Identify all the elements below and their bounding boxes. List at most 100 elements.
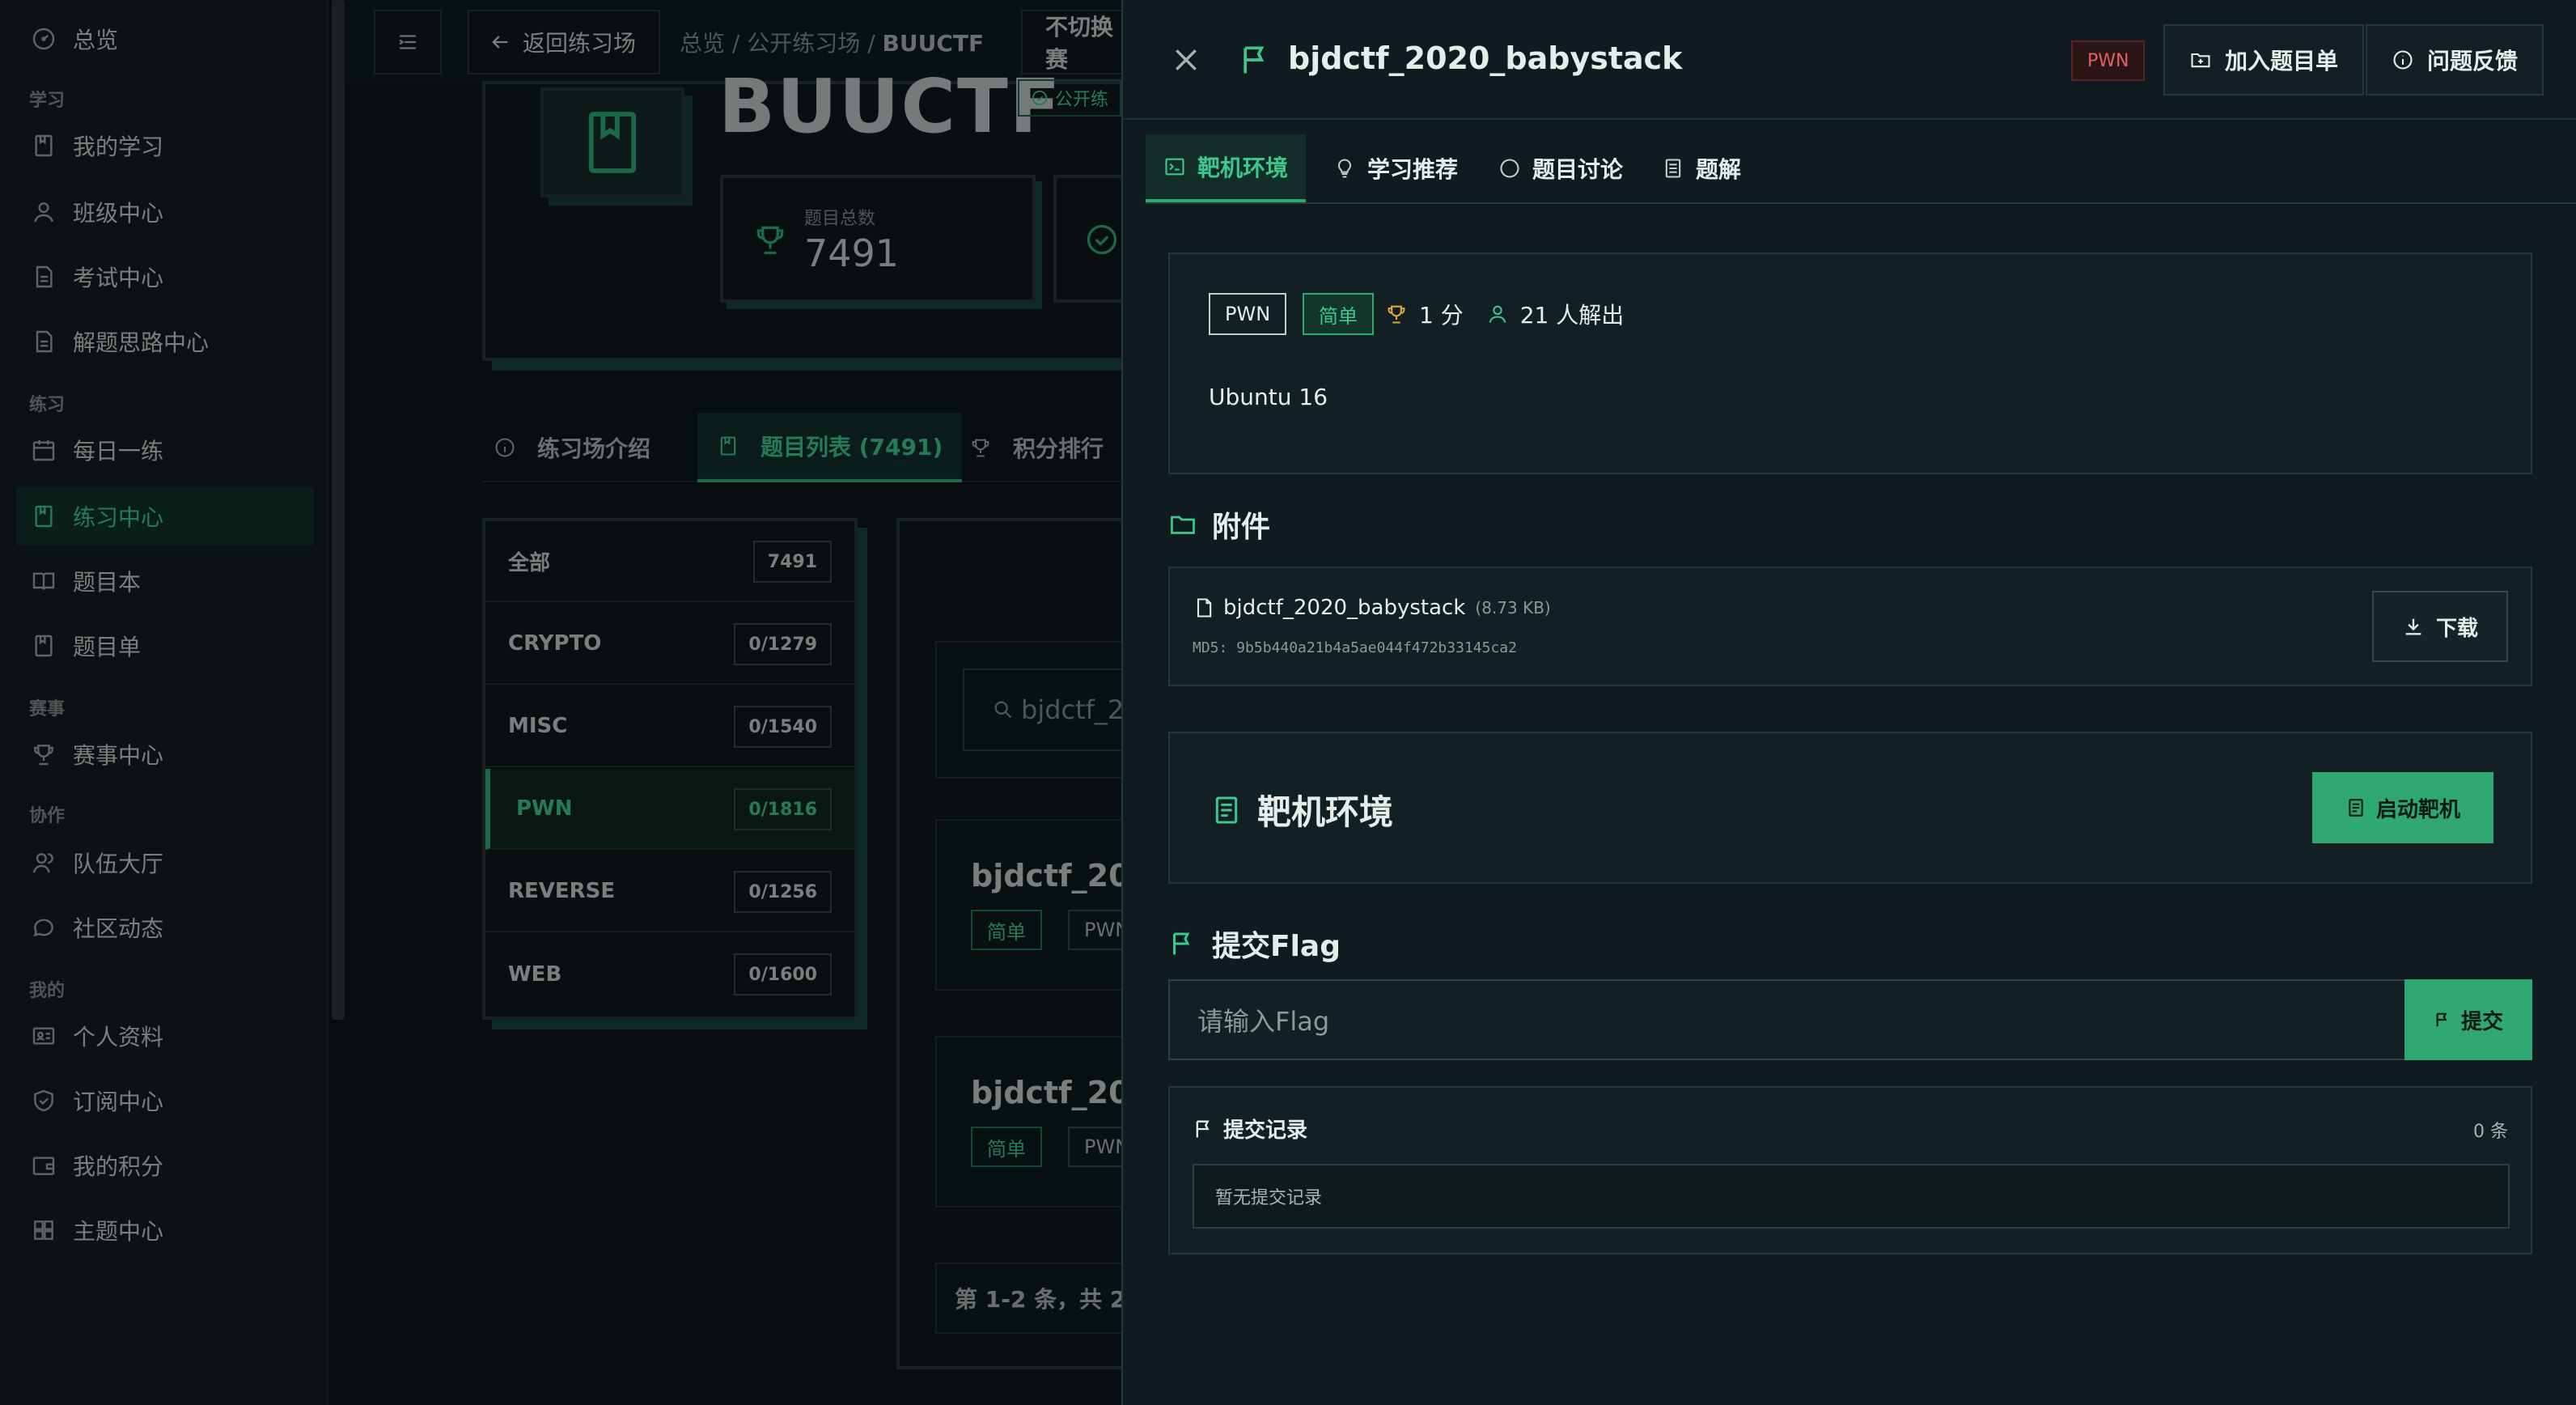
folder-icon [1171, 516, 1195, 534]
sidebar-item-label: 解题思路中心 [73, 329, 210, 356]
book-icon [588, 112, 637, 173]
category-tag: PWN [1068, 1127, 1128, 1167]
sidebar-category-study: 学习 [29, 91, 66, 111]
back-label: 返回练习场 [523, 30, 637, 57]
category-pwn[interactable]: PWN 0/1816 [485, 769, 854, 850]
breadcrumb-separator: / [867, 30, 883, 57]
category-count: 7491 [752, 541, 832, 583]
menu-toggle-button[interactable] [374, 10, 442, 74]
category-name: PWN [516, 796, 573, 821]
difficulty-tag: 简单 [971, 910, 1042, 950]
stat-value: 7491 [804, 231, 900, 275]
submission-records: 提交记录 0 条 暂无提交记录 [1168, 1086, 2532, 1254]
feedback-button[interactable]: 问题反馈 [2366, 24, 2544, 96]
breadcrumb-overview[interactable]: 总览 [680, 30, 725, 57]
tab-label: 题解 [1696, 156, 1742, 183]
back-to-practice-button[interactable]: 返回练习场 [468, 10, 660, 74]
wallet-icon [32, 1157, 55, 1175]
open-practice-tag: 公开练 [1018, 79, 1122, 117]
start-label: 启动靶机 [2375, 797, 2460, 822]
category-name: CRYPTO [508, 631, 602, 656]
sidebar-item-problem-list[interactable]: 题目单 [16, 617, 314, 675]
check-circle-icon [1087, 224, 1117, 255]
sidebar-item-my-study[interactable]: 我的学习 [16, 117, 314, 175]
tab-problem-list[interactable]: 题目列表 (7491) [697, 413, 963, 482]
sidebar-item-notebook[interactable]: 题目本 [16, 552, 314, 610]
sidebar-item-label: 题目单 [73, 634, 142, 660]
tab-label: 学习推荐 [1367, 156, 1459, 183]
tab-learning-recommend[interactable]: 学习推荐 [1316, 134, 1476, 202]
records-count: 0 条 [2473, 1122, 2508, 1142]
menu-icon [399, 35, 416, 49]
category-count: 0/1540 [734, 706, 832, 748]
tab-label: 练习场介绍 [537, 435, 651, 462]
breadcrumb-public-practice[interactable]: 公开练习场 [747, 30, 860, 57]
problem-card[interactable]: bjdctf_2020 简单 PWN [935, 1036, 1129, 1208]
sidebar: 总览 学习 我的学习 班级中心 考试中心 解题思路中心 练习 每日一练 练习中心… [0, 0, 328, 1405]
category-count: 0/1279 [734, 623, 832, 665]
tab-writeup[interactable]: 题解 [1644, 134, 1759, 202]
grid-icon [34, 1220, 53, 1240]
sidebar-item-events[interactable]: 赛事中心 [16, 725, 314, 783]
search-input[interactable]: bjdctf_20 [963, 669, 1133, 751]
flag-icon [1173, 932, 1190, 955]
drawer-tabs: 靶机环境 学习推荐 题目讨论 题解 [1146, 134, 2576, 204]
category-web[interactable]: WEB 0/1600 [485, 934, 854, 1015]
category-crypto[interactable]: CRYPTO 0/1279 [485, 604, 854, 685]
section-title: 附件 [1212, 511, 1271, 544]
solve-count: 21 人解出 [1519, 302, 1625, 329]
problem-info-card: PWN 简单 1 分 21 人解出 Ubuntu 16 [1168, 253, 2532, 474]
submit-label: 提交 [2460, 1009, 2503, 1034]
category-count: 0/1600 [734, 953, 832, 995]
category-reverse[interactable]: REVERSE 0/1256 [485, 851, 854, 932]
sidebar-item-overview[interactable]: 总览 [16, 10, 314, 68]
download-icon [2405, 618, 2421, 635]
pagination-info: 第 1-2 条，共 2 条 [935, 1263, 1129, 1334]
trophy-icon [972, 439, 989, 457]
tab-intro[interactable]: 练习场介绍 [494, 413, 650, 482]
problem-card[interactable]: bjdctf_2020 简单 PWN [935, 819, 1129, 991]
tab-discussion[interactable]: 题目讨论 [1481, 134, 1641, 202]
sidebar-item-label: 练习中心 [73, 504, 164, 531]
sidebar-item-subscription[interactable]: 订阅中心 [16, 1072, 314, 1130]
close-icon[interactable] [1170, 44, 1202, 76]
attachment-md5: MD5: 9b5b440a21b4a5ae044f472b33145ca2 [1193, 639, 1517, 656]
start-target-button[interactable]: 启动靶机 [2312, 772, 2493, 843]
sidebar-item-team-hall[interactable]: 队伍大厅 [16, 834, 314, 892]
sidebar-item-profile[interactable]: 个人资料 [16, 1007, 314, 1065]
arrow-left-icon [492, 36, 508, 49]
file-icon [1197, 598, 1212, 618]
category-misc[interactable]: MISC 0/1540 [485, 686, 854, 767]
shield-icon [34, 1089, 53, 1112]
tab-ranking[interactable]: 积分排行 [969, 413, 1104, 482]
trophy-icon [1388, 305, 1405, 324]
info-icon [2393, 50, 2413, 70]
sidebar-item-practice-center[interactable]: 练习中心 [16, 487, 314, 545]
submit-flag-button[interactable]: 提交 [2404, 979, 2532, 1060]
category-all[interactable]: 全部 7491 [485, 521, 854, 602]
sidebar-item-my-points[interactable]: 我的积分 [16, 1136, 314, 1195]
sidebar-item-label: 总览 [73, 27, 119, 53]
flag-input[interactable]: 请输入Flag [1168, 979, 2406, 1060]
sidebar-item-label: 订阅中心 [73, 1089, 164, 1115]
add-to-list-button[interactable]: 加入题目单 [2163, 24, 2365, 96]
sidebar-item-class-center[interactable]: 班级中心 [16, 183, 314, 241]
sidebar-item-theme-center[interactable]: 主题中心 [16, 1201, 314, 1259]
sidebar-scrollbar[interactable] [332, 0, 345, 1020]
sidebar-category-collab: 协作 [29, 806, 66, 826]
sidebar-item-writeup-center[interactable]: 解题思路中心 [16, 312, 314, 371]
category-name: REVERSE [508, 879, 616, 903]
download-button[interactable]: 下载 [2372, 591, 2508, 662]
category-tag: PWN [1068, 910, 1128, 950]
attachment-filename: bjdctf_2020_babystack [1223, 596, 1466, 620]
sidebar-item-daily[interactable]: 每日一练 [16, 421, 314, 479]
records-empty-state: 暂无提交记录 [1193, 1164, 2510, 1229]
problem-description: Ubuntu 16 [1209, 384, 1328, 410]
sidebar-item-label: 主题中心 [73, 1218, 164, 1245]
sidebar-category-mine: 我的 [29, 981, 66, 1001]
flag-icon [1244, 46, 1265, 74]
sidebar-item-community[interactable]: 社区动态 [16, 898, 314, 957]
book-icon [35, 635, 53, 657]
sidebar-item-exam-center[interactable]: 考试中心 [16, 248, 314, 306]
tab-target-env[interactable]: 靶机环境 [1146, 134, 1307, 202]
